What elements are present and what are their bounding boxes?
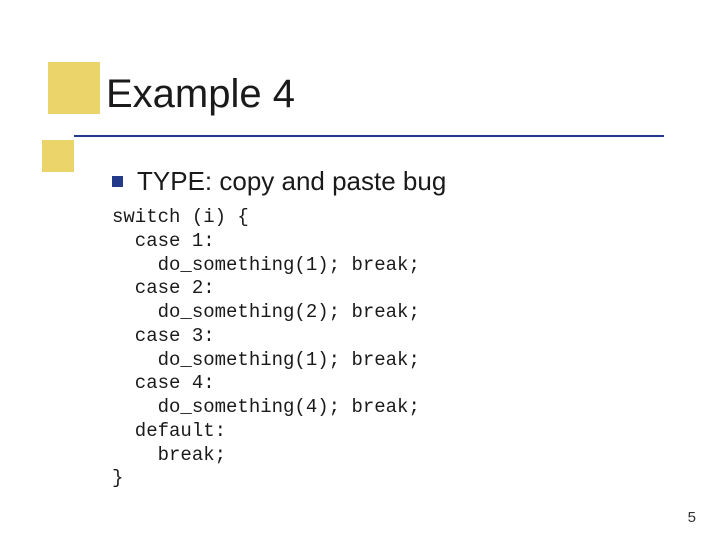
decorative-square-left (42, 140, 74, 172)
title-underline (74, 135, 664, 137)
subtitle-row: TYPE: copy and paste bug (112, 166, 446, 197)
decorative-square-top (48, 62, 100, 114)
code-block: switch (i) { case 1: do_something(1); br… (112, 206, 420, 491)
square-bullet-icon (112, 176, 123, 187)
subtitle-text: TYPE: copy and paste bug (137, 166, 446, 197)
page-number: 5 (688, 509, 696, 526)
slide-title: Example 4 (106, 72, 295, 117)
